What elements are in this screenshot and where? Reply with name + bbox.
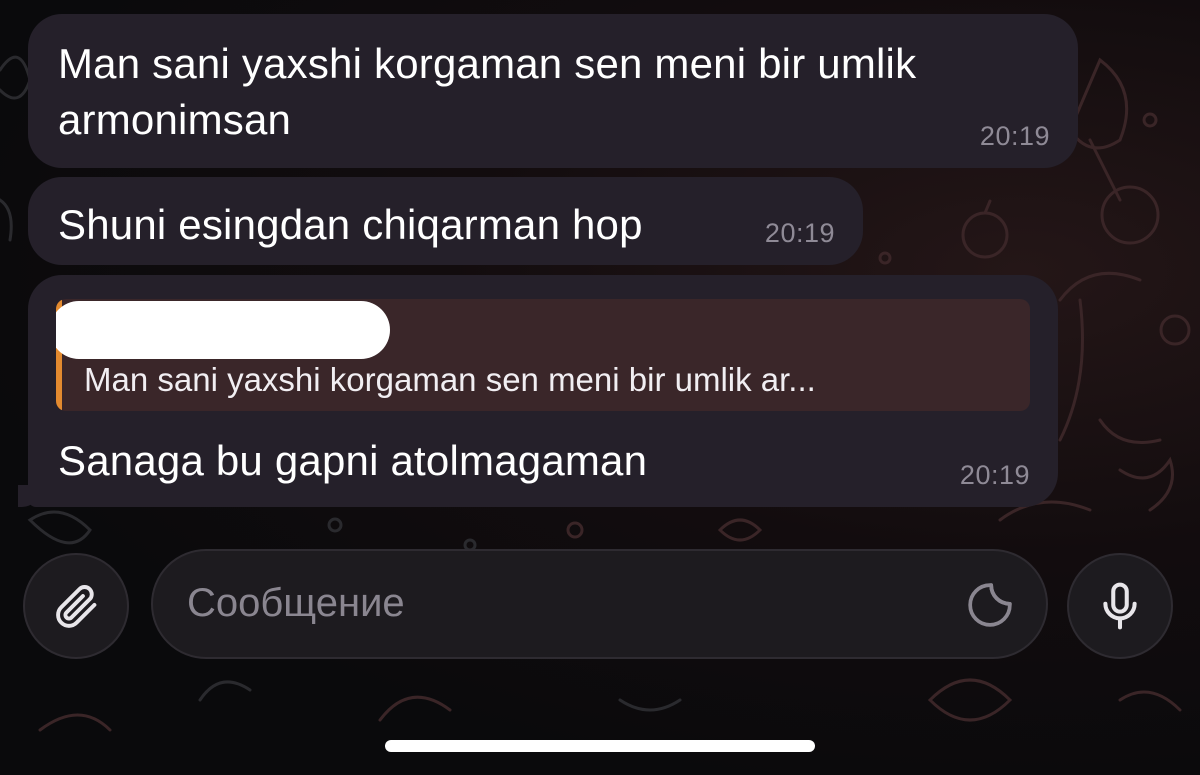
message-time: 20:19 (959, 460, 1030, 490)
reply-quoted-text: Man sani yaxshi korgaman sen meni bir um… (84, 361, 816, 398)
home-indicator[interactable] (385, 740, 815, 752)
message-bubble[interactable]: Man sani yaxshi korgaman sen meni bir um… (28, 14, 1078, 168)
reply-author-redacted (56, 301, 390, 359)
message-text: Sanaga bu gapni atolmagaman (58, 437, 648, 484)
reply-quote[interactable]: Man sani yaxshi korgaman sen meni bir um… (56, 299, 1030, 411)
sticker-icon[interactable] (962, 577, 1018, 638)
message-bubble[interactable]: Shuni esingdan chiqarman hop 20:19 (28, 177, 863, 265)
chat-screen: Man sani yaxshi korgaman sen meni bir um… (0, 0, 1200, 775)
microphone-button[interactable] (1067, 553, 1173, 659)
message-time: 20:19 (979, 121, 1050, 151)
message-text: Man sani yaxshi korgaman sen meni bir um… (58, 40, 917, 143)
message-input[interactable]: Сообщение (151, 549, 1048, 659)
message-text: Shuni esingdan chiqarman hop (58, 201, 643, 248)
message-time: 20:19 (764, 218, 835, 248)
paperclip-icon (56, 585, 97, 628)
attach-button[interactable] (23, 553, 129, 659)
message-input-placeholder: Сообщение (187, 581, 405, 625)
message-bubble[interactable]: Man sani yaxshi korgaman sen meni bir um… (18, 275, 1058, 507)
microphone-icon (1103, 582, 1137, 630)
